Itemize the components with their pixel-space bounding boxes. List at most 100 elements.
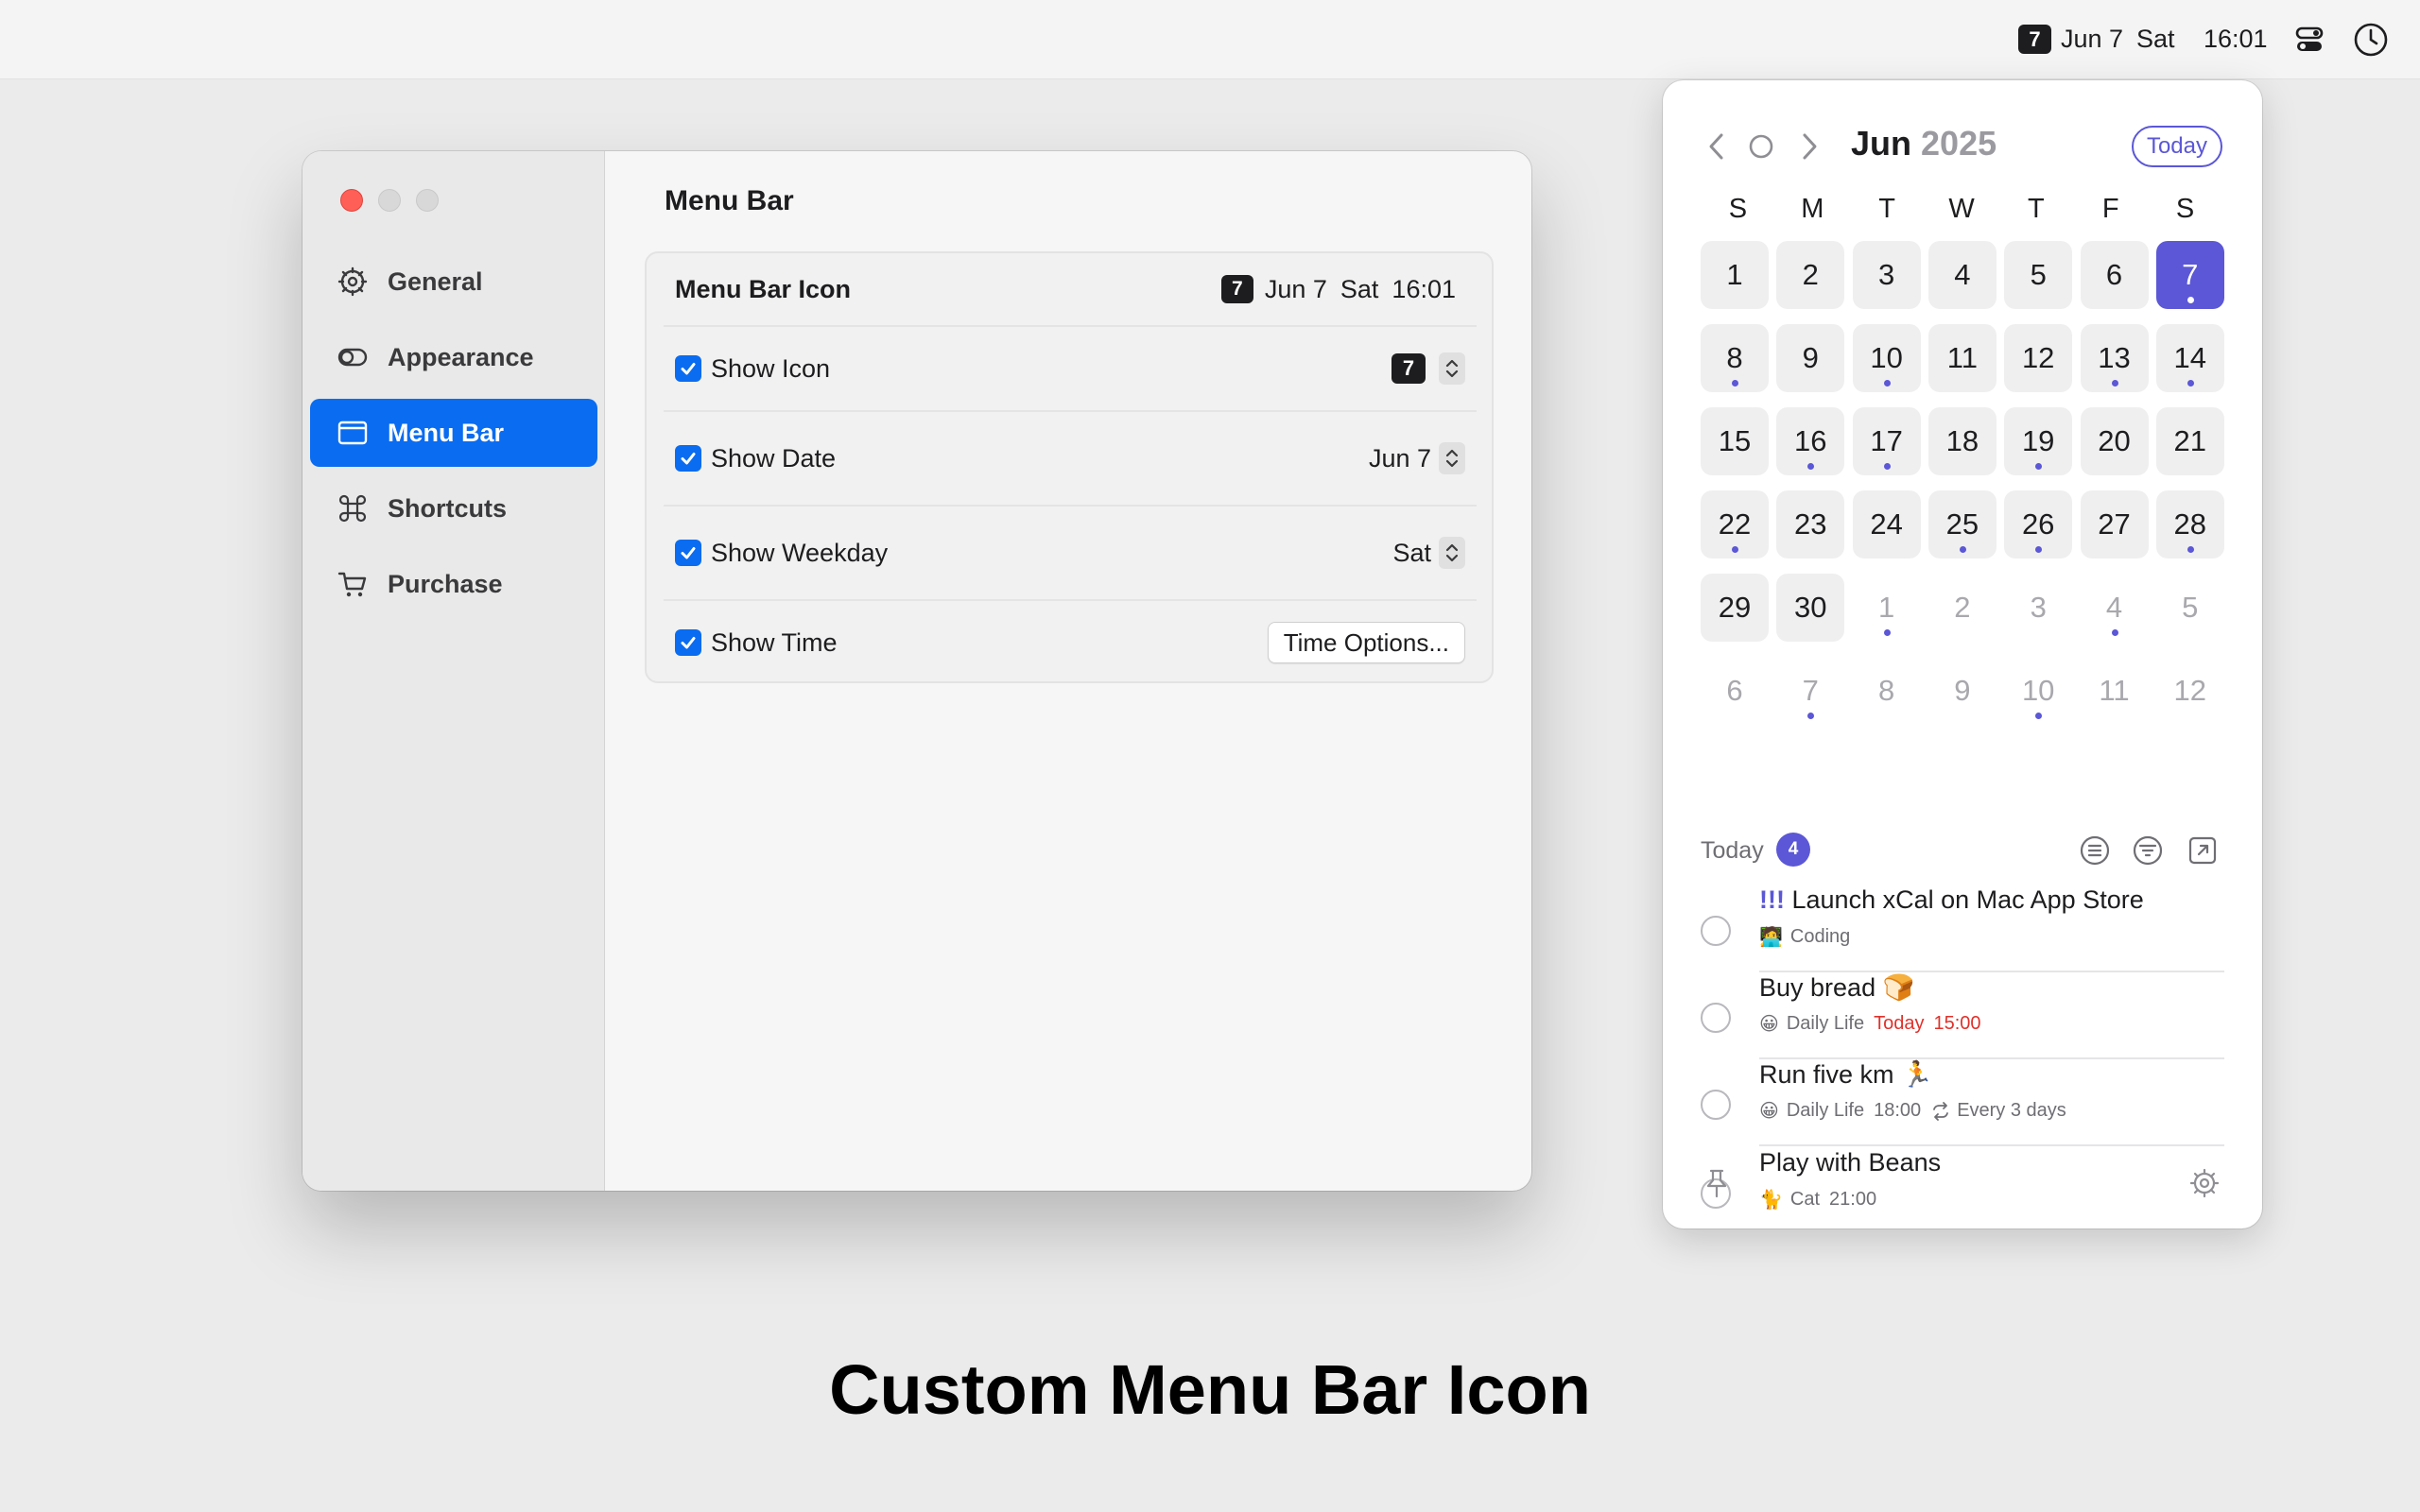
calendar-day[interactable]: 11 xyxy=(1927,324,1996,392)
sidebar-item-appearance[interactable]: Appearance xyxy=(310,323,597,391)
task-complete-toggle[interactable] xyxy=(1701,1003,1731,1033)
calendar-day[interactable]: 1 xyxy=(1701,241,1769,309)
show-date-checkbox[interactable] xyxy=(675,445,701,472)
task-title[interactable]: !!! Launch xCal on Mac App Store xyxy=(1759,885,2144,915)
show-time-checkbox[interactable] xyxy=(675,629,701,656)
calendar-day[interactable]: 21 xyxy=(2155,407,2224,475)
calendar-day[interactable]: 2 xyxy=(1928,574,1996,642)
weekday-label: S xyxy=(1728,194,1748,224)
show-icon-checkbox[interactable] xyxy=(675,355,701,382)
row-show-icon: Show Icon 7 xyxy=(664,325,1477,410)
calendar-day[interactable]: 25 xyxy=(1927,490,1996,558)
task-due-time: 15:00 xyxy=(1933,1013,1981,1034)
calendar-day[interactable]: 30 xyxy=(1776,574,1845,642)
day-number: 29 xyxy=(1718,591,1752,624)
calendar-day[interactable]: 14 xyxy=(2155,324,2224,392)
close-window-button[interactable] xyxy=(340,189,363,212)
chevron-left-icon[interactable] xyxy=(1701,129,1735,163)
calendar-day[interactable]: 12 xyxy=(2004,324,2073,392)
calendar-day[interactable]: 23 xyxy=(1776,490,1845,558)
menubar-time[interactable]: 16:01 xyxy=(2204,25,2268,54)
calendar-day[interactable]: 2 xyxy=(1776,241,1845,309)
calendar-day[interactable]: 10 xyxy=(2004,657,2072,725)
calendar-day[interactable]: 13 xyxy=(2080,324,2149,392)
calendar-day[interactable]: 24 xyxy=(1852,490,1921,558)
weekday-format-stepper[interactable] xyxy=(1439,537,1465,569)
day-number: 17 xyxy=(1870,424,1903,457)
calendar-day-selected[interactable]: 7 xyxy=(2155,241,2224,309)
calendar-day[interactable]: 29 xyxy=(1701,574,1769,642)
calendar-day[interactable]: 15 xyxy=(1701,407,1769,475)
sidebar-item-menu-bar[interactable]: Menu Bar xyxy=(310,399,597,467)
calendar-day[interactable]: 8 xyxy=(1853,657,1921,725)
calendar-day[interactable]: 9 xyxy=(1928,657,1996,725)
event-dot xyxy=(1883,629,1891,636)
calendar-day[interactable]: 12 xyxy=(2156,657,2224,725)
chevron-right-icon[interactable] xyxy=(1791,129,1825,163)
calendar-day[interactable]: 9 xyxy=(1776,324,1845,392)
menubar-date[interactable]: Jun 7 xyxy=(2061,25,2123,54)
sidebar-item-label: Menu Bar xyxy=(388,418,505,447)
time-options-button[interactable]: Time Options... xyxy=(1267,622,1465,663)
today-button[interactable]: Today xyxy=(2131,126,2222,167)
calendar-day[interactable]: 10 xyxy=(1852,324,1921,392)
day-number: 10 xyxy=(2021,674,2055,707)
calendar-day[interactable]: 28 xyxy=(2155,490,2224,558)
task-title[interactable]: Play with Beans xyxy=(1759,1148,1941,1177)
clock-icon[interactable] xyxy=(2352,21,2390,59)
calendar-day[interactable]: 27 xyxy=(2080,490,2149,558)
minimize-window-button[interactable] xyxy=(378,189,401,212)
calendar-day[interactable]: 5 xyxy=(2004,241,2073,309)
day-number: 13 xyxy=(2098,341,2131,374)
calendar-day[interactable]: 22 xyxy=(1701,490,1769,558)
calendar-day[interactable]: 4 xyxy=(1927,241,1996,309)
sidebar-item-shortcuts[interactable]: Shortcuts xyxy=(310,474,597,542)
current-month-icon[interactable] xyxy=(1744,129,1778,163)
task-meta: 🐈 Cat 21:00 xyxy=(1759,1188,1876,1211)
calendar-day[interactable]: 16 xyxy=(1776,407,1845,475)
calendar-day[interactable]: 7 xyxy=(1776,657,1844,725)
sidebar-item-general[interactable]: General xyxy=(310,248,597,316)
calendar-day[interactable]: 3 xyxy=(1852,241,1921,309)
show-weekday-checkbox[interactable] xyxy=(675,540,701,566)
preview-weekday: Sat xyxy=(1340,274,1379,303)
calendar-day[interactable]: 17 xyxy=(1852,407,1921,475)
calendar-day[interactable]: 11 xyxy=(2081,657,2149,725)
open-external-icon[interactable] xyxy=(2187,834,2219,867)
calendar-day[interactable]: 3 xyxy=(2004,574,2072,642)
sidebar-item-purchase[interactable]: Purchase xyxy=(310,550,597,618)
calendar-day[interactable]: 26 xyxy=(2004,490,2073,558)
pin-icon[interactable] xyxy=(1701,1167,1733,1199)
day-number: 25 xyxy=(1945,507,1979,541)
gear-icon[interactable] xyxy=(2188,1167,2221,1199)
task-title[interactable]: Run five km 🏃 xyxy=(1759,1059,1933,1090)
calendar-day[interactable]: 6 xyxy=(2080,241,2149,309)
zoom-window-button[interactable] xyxy=(416,189,439,212)
menubar-weekday[interactable]: Sat xyxy=(2136,25,2175,54)
icon-style-stepper[interactable] xyxy=(1439,352,1465,385)
calendar-day[interactable]: 19 xyxy=(2004,407,2073,475)
control-center-icon[interactable] xyxy=(2290,21,2328,59)
day-number: 4 xyxy=(2105,591,2123,624)
date-format-stepper[interactable] xyxy=(1439,442,1465,474)
task-complete-toggle[interactable] xyxy=(1701,916,1731,946)
calendar-day[interactable]: 4 xyxy=(2081,574,2149,642)
day-number: 7 xyxy=(2182,258,2199,291)
calendar-day[interactable]: 18 xyxy=(1927,407,1996,475)
task-title[interactable]: Buy bread 🍞 xyxy=(1759,972,1914,1003)
task-repeat: Every 3 days xyxy=(1957,1100,2066,1121)
calendar-day[interactable]: 1 xyxy=(1853,574,1921,642)
calendar-day[interactable]: 8 xyxy=(1701,324,1769,392)
command-icon xyxy=(338,494,367,523)
event-dot xyxy=(2035,463,2043,470)
list-icon[interactable] xyxy=(2079,834,2111,867)
calendar-day[interactable]: 5 xyxy=(2156,574,2224,642)
task-list-emoji: 😀 xyxy=(1759,1101,1779,1122)
menubar-day-icon[interactable]: 7 xyxy=(2018,25,2051,54)
day-number: 11 xyxy=(1946,341,1978,374)
calendar-day[interactable]: 6 xyxy=(1701,657,1769,725)
calendar-day[interactable]: 20 xyxy=(2080,407,2149,475)
promo-caption: Custom Menu Bar Icon xyxy=(829,1350,1591,1429)
task-complete-toggle[interactable] xyxy=(1701,1090,1731,1120)
filter-icon[interactable] xyxy=(2132,834,2164,867)
